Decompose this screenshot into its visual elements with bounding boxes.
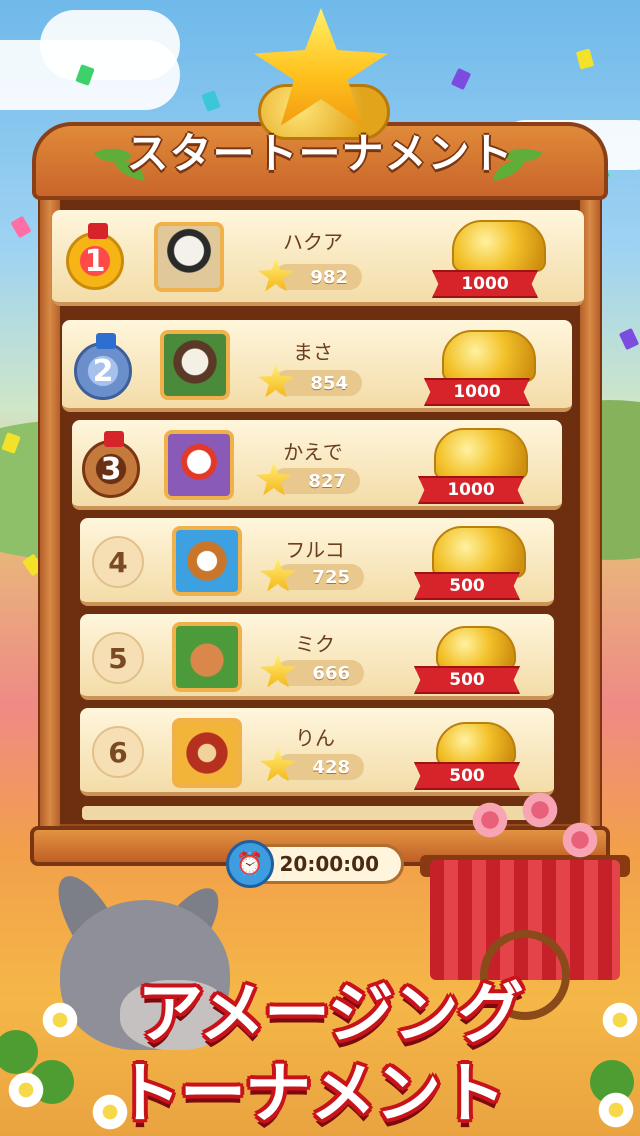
leaderboard-row[interactable]: 1 ハクア 982 1000 xyxy=(52,210,584,306)
star-score: 666 xyxy=(276,660,364,686)
confetti xyxy=(575,48,595,70)
avatar-chicken xyxy=(164,430,234,500)
confetti xyxy=(618,327,640,351)
page-title: スタートーナメント xyxy=(126,129,514,178)
rank-number: 1 xyxy=(84,243,106,279)
star-score: 725 xyxy=(276,564,364,590)
alarm-clock-icon: ⏰ xyxy=(226,840,274,888)
rank-number: 2 xyxy=(92,353,114,389)
player-name: かえで xyxy=(283,440,343,464)
coin-reward-icon xyxy=(436,722,516,766)
confetti xyxy=(201,90,221,112)
rank-badge: 4 xyxy=(92,536,144,588)
avatar-cow xyxy=(160,330,230,400)
confetti xyxy=(450,67,472,91)
rank-number: 3 xyxy=(100,451,122,487)
player-name: ミク xyxy=(295,632,335,656)
leaderboard-row[interactable]: 6 りん 428 500 xyxy=(80,708,554,796)
player-name: ハクア xyxy=(283,230,343,254)
coin-reward-icon xyxy=(434,428,528,480)
promo-headline-line2: トーナメント xyxy=(115,1055,506,1132)
reward-amount: 1000 xyxy=(418,476,524,504)
coin-reward-icon xyxy=(442,330,536,382)
gold-medal-icon: 1 xyxy=(66,223,124,290)
flower-icon xyxy=(560,820,600,860)
leaderboard-row[interactable]: 5 ミク 666 500 xyxy=(80,614,554,700)
bronze-medal-icon: 3 xyxy=(82,431,140,498)
flower-icon xyxy=(470,800,510,840)
star-score: 982 xyxy=(274,264,362,290)
star-score: 854 xyxy=(274,370,362,396)
leaderboard-row[interactable]: 3 かえで 827 1000 xyxy=(72,420,562,510)
rank-badge: 5 xyxy=(92,632,144,684)
star-score: 428 xyxy=(276,754,364,780)
reward-amount: 500 xyxy=(414,572,520,600)
leaderboard-row[interactable]: 2 まさ 854 1000 xyxy=(62,320,572,412)
avatar-kangaroo xyxy=(172,622,242,692)
reward-amount: 500 xyxy=(414,762,520,790)
silver-medal-icon: 2 xyxy=(74,333,132,400)
cloud xyxy=(40,10,180,80)
reward-amount: 1000 xyxy=(424,378,530,406)
coin-reward-icon xyxy=(436,626,516,670)
coin-reward-icon xyxy=(452,220,546,272)
confetti xyxy=(10,215,32,239)
flower-icon xyxy=(520,790,560,830)
leaderboard-row[interactable]: 4 フルコ 725 500 xyxy=(80,518,554,606)
rank-badge: 6 xyxy=(92,726,144,778)
player-name: りん xyxy=(295,726,335,750)
player-name: まさ xyxy=(293,340,333,364)
reward-amount: 1000 xyxy=(432,270,538,298)
star-score: 827 xyxy=(272,468,360,494)
avatar-dog xyxy=(172,526,242,596)
avatar-sheep xyxy=(154,222,224,292)
reward-amount: 500 xyxy=(414,666,520,694)
player-name: フルコ xyxy=(285,538,345,562)
coin-reward-icon xyxy=(432,526,526,578)
avatar-horse xyxy=(172,718,242,788)
